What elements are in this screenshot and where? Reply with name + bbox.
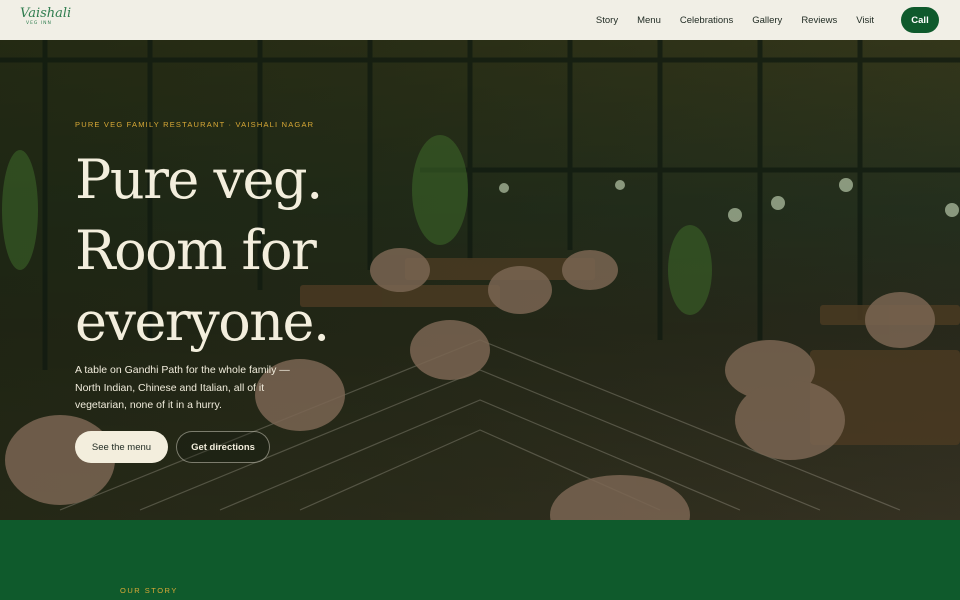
call-button[interactable]: Call bbox=[901, 7, 939, 33]
nav-link-gallery[interactable]: Gallery bbox=[752, 15, 782, 26]
nav-link-reviews[interactable]: Reviews bbox=[801, 15, 837, 26]
story-label: OUR STORY bbox=[120, 586, 178, 595]
hero-title-line-1: Pure veg. bbox=[75, 148, 323, 211]
nav-link-menu[interactable]: Menu bbox=[637, 15, 661, 26]
nav-link-story[interactable]: Story bbox=[596, 15, 618, 26]
hero-description: A table on Gandhi Path for the whole fam… bbox=[75, 364, 290, 411]
see-menu-button[interactable]: See the menu bbox=[75, 431, 168, 463]
hero-eyebrow: PURE VEG FAMILY RESTAURANT · VAISHALI NA… bbox=[75, 120, 315, 129]
hero-title-line-2: Room for bbox=[75, 219, 317, 282]
hero-title: Pure veg. Room for everyone. bbox=[75, 144, 435, 357]
logo-script-text: Vaishali bbox=[20, 6, 72, 21]
nav-link-visit[interactable]: Visit bbox=[856, 15, 874, 26]
nav-links: Story Menu Celebrations Gallery Reviews … bbox=[577, 0, 874, 40]
nav-link-celebrations[interactable]: Celebrations bbox=[680, 15, 733, 26]
hero-section: PURE VEG FAMILY RESTAURANT · VAISHALI NA… bbox=[0, 40, 960, 520]
logo-subtitle: VEG INN bbox=[26, 21, 52, 26]
story-section: OUR STORY bbox=[0, 520, 960, 600]
hero-title-line-3: everyone. bbox=[75, 290, 330, 353]
get-directions-button[interactable]: Get directions bbox=[176, 431, 270, 463]
brand-logo[interactable]: Vaishali VEG INN bbox=[20, 6, 72, 33]
top-navbar: Vaishali VEG INN Story Menu Celebrations… bbox=[0, 0, 960, 40]
